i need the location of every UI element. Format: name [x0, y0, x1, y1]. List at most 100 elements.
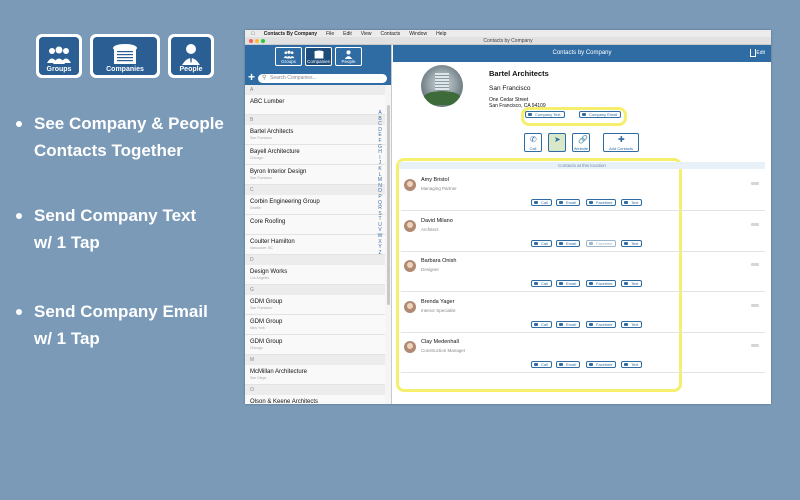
search-icon: ⚲: [262, 75, 267, 81]
search-input[interactable]: ⚲ Search Companies...: [258, 74, 387, 83]
call-button[interactable]: Call: [531, 361, 552, 368]
company-text-button[interactable]: Company Text: [525, 111, 565, 118]
company-name: Corbin Engineering Group: [250, 199, 320, 205]
phone-icon: ✆: [530, 135, 537, 144]
alphabet-index[interactable]: ABCDEFGHIJKLMNOPQRSTUVWXYZ: [377, 110, 383, 257]
contact-name: Clay Medenhall: [421, 339, 459, 345]
list-item[interactable]: Core Roofing: [245, 215, 385, 235]
bullet-line: Send Company Text: [34, 206, 197, 225]
email-button[interactable]: Email: [556, 361, 581, 368]
facetime-button[interactable]: Facetime: [586, 280, 617, 287]
company-name: GDM Group: [250, 319, 283, 325]
contact-title: Architect: [421, 226, 439, 232]
segment-companies[interactable]: Companies: [305, 47, 332, 66]
list-item[interactable]: GDM Group San Francisco: [245, 295, 385, 315]
facetime-button[interactable]: Facetime: [586, 239, 617, 247]
email-button[interactable]: Email: [556, 199, 581, 206]
company-email-button[interactable]: Company Email: [579, 111, 622, 118]
section-header: B: [245, 115, 385, 125]
link-icon: 🔗: [578, 135, 588, 144]
zoom-button[interactable]: [261, 39, 265, 43]
promo-groups: Groups: [36, 34, 82, 78]
email-button[interactable]: Email: [556, 280, 581, 287]
email-button[interactable]: Email: [556, 320, 581, 328]
company-name-heading: Bartel Architects: [489, 69, 549, 78]
segment-label: Companies: [307, 59, 330, 64]
contact-row[interactable]: Barbara Onish Designer Call Email Facetime Te…: [401, 252, 765, 292]
email-button[interactable]: Email: [556, 239, 581, 247]
alpha-index-letter[interactable]: Z: [377, 250, 383, 257]
list-item[interactable]: Corbin Engineering Group Seattle: [245, 195, 385, 215]
edit-button[interactable]: Edit: [756, 45, 765, 62]
menu-file[interactable]: File: [326, 31, 334, 37]
bullet-line: Send Company Email: [34, 302, 208, 321]
list-item[interactable]: Byron Interior Design San Francisco: [245, 165, 385, 185]
drag-handle-icon[interactable]: [751, 263, 759, 266]
contact-row[interactable]: Brenda Yager Interior Specialist Call Email…: [401, 293, 765, 333]
drag-handle-icon[interactable]: [751, 222, 759, 226]
menu-edit[interactable]: Edit: [343, 31, 352, 37]
menu-app-name[interactable]: Contacts By Company: [264, 31, 317, 37]
list-item[interactable]: GDM Group New York: [245, 315, 385, 335]
share-icon[interactable]: [750, 49, 756, 57]
menu-help[interactable]: Help: [436, 31, 446, 37]
company-city: San Francisco: [250, 306, 273, 310]
people-icon: [344, 50, 353, 59]
section-header: A: [245, 85, 385, 95]
text-button[interactable]: Text: [621, 280, 643, 287]
menu-window[interactable]: Window: [409, 31, 427, 37]
list-item[interactable]: Bayell Architecture Chicago: [245, 145, 385, 165]
add-company-button[interactable]: +: [248, 71, 255, 83]
avatar: [404, 219, 416, 232]
map-button[interactable]: ➤: [548, 133, 566, 152]
call-button[interactable]: Call: [531, 320, 552, 328]
menu-contacts[interactable]: Contacts: [381, 31, 401, 37]
contact-row[interactable]: David Milano Architect Call Email Facetime Te…: [401, 212, 765, 252]
website-button[interactable]: 🔗 Website: [572, 133, 590, 152]
bullet-company-text: Send Company Text w/ 1 Tap: [16, 202, 196, 256]
text-button[interactable]: Text: [621, 361, 643, 368]
bullet-company-email: Send Company Email w/ 1 Tap: [16, 298, 208, 352]
list-item[interactable]: GDM Group Chicago: [245, 335, 385, 355]
facetime-button[interactable]: Facetime: [586, 199, 617, 206]
company-name: Byron Interior Design: [250, 169, 307, 175]
drag-handle-icon[interactable]: [751, 182, 759, 185]
map-icon: ➤: [554, 135, 561, 144]
facetime-button[interactable]: Facetime: [586, 320, 617, 328]
list-item[interactable]: McMillan Architecture San Diego: [245, 365, 385, 385]
list-item[interactable]: ABC Lumber: [245, 95, 385, 115]
section-header: C: [245, 185, 385, 195]
text-button[interactable]: Text: [621, 320, 643, 328]
section-header: M: [245, 355, 385, 365]
action-label: Add Contacts: [608, 146, 633, 151]
sidebar-scrollbar[interactable]: [387, 105, 390, 305]
app-window:  Contacts By Company File Edit View Con…: [245, 30, 771, 404]
apple-icon[interactable]: : [251, 31, 255, 37]
list-item[interactable]: Bartel Architects San Francisco: [245, 125, 385, 145]
segment-people[interactable]: People: [335, 47, 362, 66]
add-contacts-button[interactable]: ✚ Add Contacts: [603, 133, 639, 152]
contact-row[interactable]: Clay Medenhall Construction Manager Call Em…: [401, 333, 765, 373]
facetime-button[interactable]: Facetime: [586, 361, 617, 368]
segment-groups[interactable]: Groups: [275, 47, 302, 66]
close-button[interactable]: [249, 39, 253, 43]
contact-title: Construction Manager: [421, 348, 466, 353]
drag-handle-icon[interactable]: [751, 303, 759, 307]
groups-icon: [283, 50, 294, 59]
contact-row[interactable]: Amy Bristol Managing Partner Call Email Face…: [401, 171, 765, 211]
minimize-button[interactable]: [255, 39, 259, 43]
menu-view[interactable]: View: [361, 31, 372, 37]
call-button[interactable]: Call: [531, 239, 552, 247]
list-item[interactable]: Design Works Los Angeles: [245, 265, 385, 285]
text-button[interactable]: Text: [621, 199, 643, 206]
window-controls: [249, 39, 265, 43]
list-item[interactable]: Coulter Hamilton Vancouver, BC: [245, 235, 385, 255]
call-button[interactable]: Call: [531, 280, 552, 287]
call-button[interactable]: Call: [531, 199, 552, 206]
window-title: Contacts by Company: [483, 38, 533, 44]
detail-pane: Contacts by Company Edit Bartel Architec…: [393, 45, 771, 404]
list-item[interactable]: Olson & Keene Architects: [245, 395, 385, 404]
call-company-button[interactable]: ✆ Call: [524, 133, 542, 152]
text-button[interactable]: Text: [621, 239, 643, 247]
drag-handle-icon[interactable]: [751, 344, 759, 347]
